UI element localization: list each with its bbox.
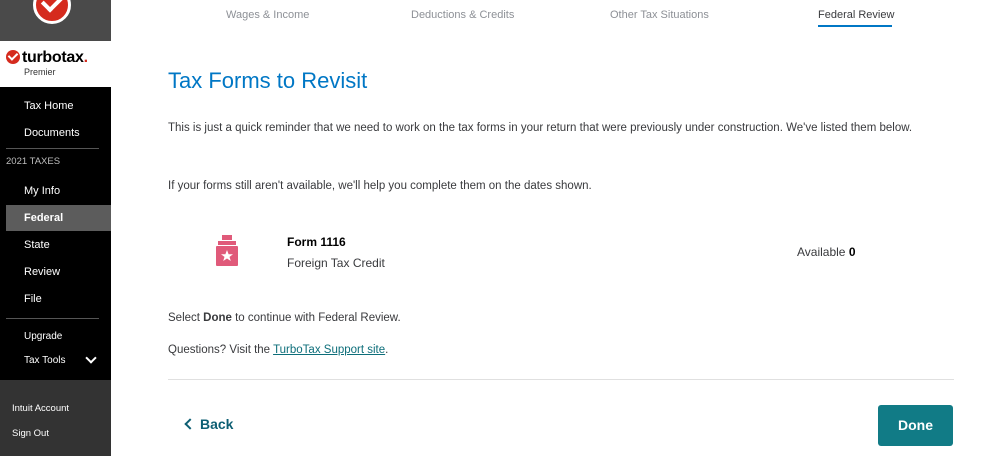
brand-edition: Premier bbox=[24, 67, 56, 77]
form-description: Foreign Tax Credit bbox=[287, 256, 385, 270]
sidebar-item-federal[interactable]: Federal bbox=[6, 205, 111, 231]
intro-text: This is just a quick reminder that we ne… bbox=[168, 122, 913, 134]
brand-logo[interactable]: turbotax. Premier bbox=[0, 41, 111, 87]
turbotax-check-logo-icon bbox=[33, 0, 71, 24]
form-under-construction-icon bbox=[216, 235, 238, 266]
form-name: Form 1116 bbox=[287, 235, 346, 249]
content-divider bbox=[168, 379, 954, 380]
done-button[interactable]: Done bbox=[878, 405, 953, 446]
chevron-left-icon bbox=[184, 418, 196, 430]
intuit-account-link[interactable]: Intuit Account bbox=[12, 403, 69, 414]
sidebar-divider bbox=[6, 148, 99, 149]
form-availability: Available 0 bbox=[797, 245, 856, 259]
select-done-instruction: Select Done to continue with Federal Rev… bbox=[168, 312, 401, 324]
availability-label: Available bbox=[797, 245, 846, 259]
help-text: If your forms still aren't available, we… bbox=[168, 180, 592, 192]
tab-other-tax-situations[interactable]: Other Tax Situations bbox=[610, 9, 709, 21]
sidebar-item-file[interactable]: File bbox=[0, 286, 111, 312]
checkmark-icon bbox=[6, 50, 20, 64]
sidebar-item-my-info[interactable]: My Info bbox=[0, 178, 111, 204]
sidebar-divider bbox=[6, 318, 99, 319]
brand-name: turbotax. bbox=[22, 49, 88, 66]
sidebar-item-tax-tools[interactable]: Tax Tools bbox=[0, 348, 111, 374]
tab-federal-review[interactable]: Federal Review bbox=[818, 9, 894, 21]
back-button[interactable]: Back bbox=[184, 416, 233, 432]
availability-value: 0 bbox=[848, 245, 856, 259]
sidebar-section-label: 2021 TAXES bbox=[6, 156, 61, 167]
tab-deductions-credits[interactable]: Deductions & Credits bbox=[411, 9, 514, 21]
sidebar-item-tax-home[interactable]: Tax Home bbox=[0, 93, 111, 119]
tab-wages-income[interactable]: Wages & Income bbox=[226, 9, 309, 21]
questions-text: Questions? Visit the TurboTax Support si… bbox=[168, 344, 389, 356]
sidebar-item-review[interactable]: Review bbox=[0, 259, 111, 285]
page-title: Tax Forms to Revisit bbox=[168, 68, 368, 93]
sign-out-link[interactable]: Sign Out bbox=[12, 428, 49, 439]
sidebar-account-area: Intuit Account Sign Out bbox=[0, 380, 111, 456]
sidebar-item-state[interactable]: State bbox=[0, 232, 111, 258]
sidebar: turbotax. Premier Tax Home Documents 202… bbox=[0, 0, 111, 456]
support-site-link[interactable]: TurboTax Support site bbox=[273, 344, 385, 356]
active-tab-indicator bbox=[818, 25, 892, 27]
sidebar-item-documents[interactable]: Documents bbox=[0, 120, 111, 146]
sidebar-item-upgrade[interactable]: Upgrade bbox=[0, 324, 111, 350]
sidebar-top bbox=[0, 0, 111, 41]
